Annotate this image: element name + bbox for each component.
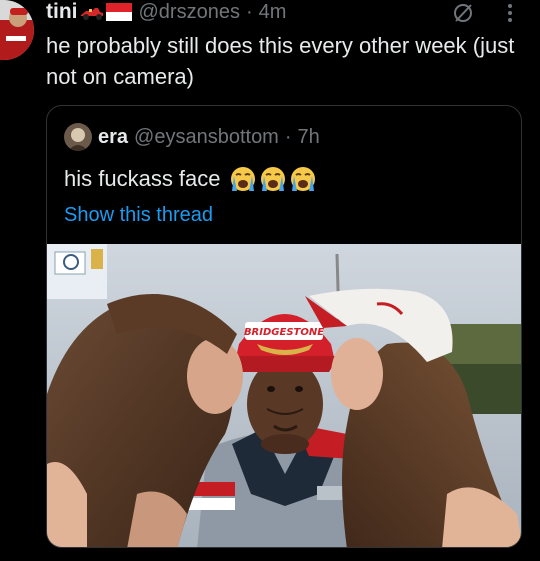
show-thread-link[interactable]: Show this thread — [64, 204, 213, 227]
tweet-text: he probably still does this every other … — [46, 33, 515, 89]
quoted-header: era @eysansbottom · 7h — [64, 123, 320, 151]
loudly-crying-face-emoji-icon — [260, 167, 285, 191]
tweet-time[interactable]: 4m — [259, 1, 287, 24]
quoted-text: his fuckass face — [64, 166, 221, 191]
author-name[interactable]: tini — [46, 0, 78, 24]
quoted-avatar[interactable] — [64, 123, 92, 151]
quoted-tweet-card[interactable]: era @eysansbottom · 7h his fuckass face — [46, 105, 522, 548]
quoted-photo[interactable]: BRIDGESTONE — [47, 244, 521, 547]
author-avatar[interactable] — [0, 0, 34, 60]
more-dots-icon[interactable] — [506, 2, 514, 29]
meta-separator: · — [245, 0, 253, 23]
cap-logo-text: BRIDGESTONE — [244, 327, 324, 338]
quoted-text-line: his fuckass face — [64, 165, 317, 193]
quoted-meta-separator: · — [284, 125, 292, 148]
race-car-emoji-icon — [80, 8, 103, 20]
grok-icon[interactable] — [452, 2, 474, 29]
loudly-crying-face-emoji-icon — [290, 167, 315, 191]
loudly-crying-face-emoji-icon — [230, 167, 255, 191]
author-handle[interactable]: @drszones — [139, 1, 240, 24]
quoted-author-name[interactable]: era — [98, 126, 128, 149]
tweet-header: tini @drszones · 4m — [46, 0, 286, 24]
author-emojis — [80, 2, 133, 22]
crying-emojis — [229, 165, 317, 193]
indonesia-flag-emoji-icon — [105, 3, 132, 21]
quoted-author-handle[interactable]: @eysansbottom — [134, 126, 279, 149]
quoted-time: 7h — [297, 125, 320, 148]
